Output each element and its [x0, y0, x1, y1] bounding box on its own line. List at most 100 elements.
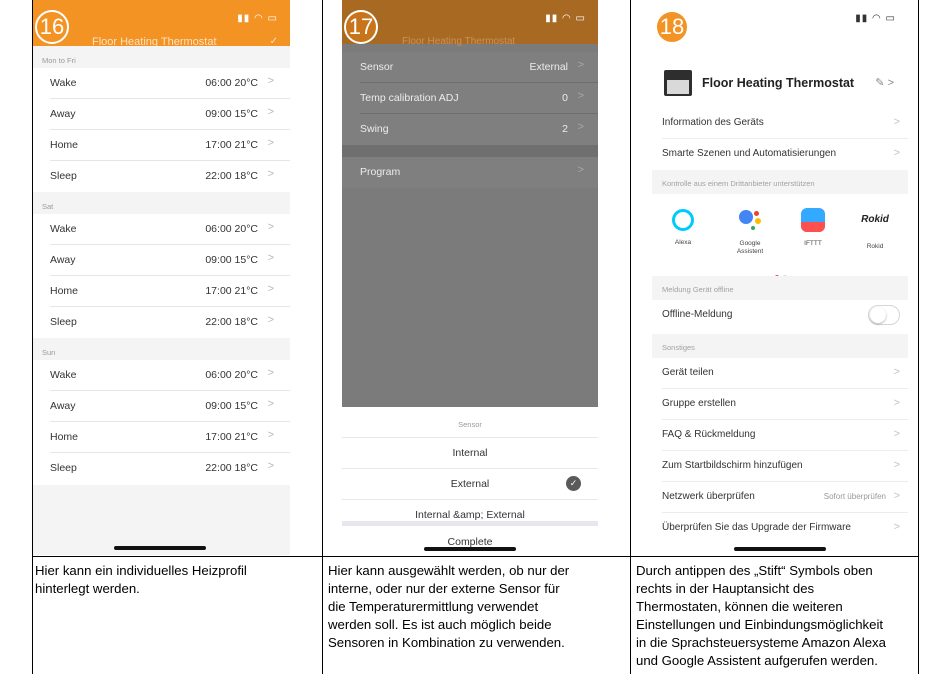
home-indicator[interactable] — [734, 547, 826, 551]
time-temp-value: 22:00 18°C — [205, 170, 258, 182]
schedule-row[interactable]: Home 17:00 21°C > — [32, 422, 290, 453]
settings-row[interactable]: Gerät teilen > — [652, 358, 908, 389]
service-google-assistant[interactable]: Google Assistent — [723, 205, 777, 256]
settings-row[interactable]: Netzwerk überprüfen Sofort überprüfen > — [652, 482, 908, 513]
row-device-info[interactable]: Information des Geräts > — [652, 108, 908, 139]
status-icons: ▮▮ ◠ ▭ — [545, 13, 586, 24]
option-internal[interactable]: Internal — [342, 438, 598, 468]
time-temp-value: 22:00 18°C — [205, 316, 258, 328]
schedule-screen: Floor Heating Thermostat ✓ ▮▮ ◠ ▭ Mon to… — [32, 0, 290, 555]
offline-toggle[interactable] — [868, 305, 900, 325]
row-label: Überprüfen Sie das Upgrade der Firmware — [662, 522, 851, 533]
chevron-right-icon: > — [267, 75, 274, 87]
period-label: Wake — [50, 77, 77, 89]
setting-value: 2 — [562, 123, 568, 135]
option-external[interactable]: External ✓ — [342, 469, 598, 499]
chevron-right-icon: > — [893, 428, 900, 440]
caption-step-16: Hier kann ein individuelles Heizprofil h… — [35, 563, 247, 596]
sheet-separator — [342, 521, 598, 526]
empty-area — [32, 485, 290, 555]
setting-label: Swing — [360, 123, 389, 135]
schedule-row[interactable]: Home 17:00 21°C > — [32, 276, 290, 307]
setting-row[interactable]: Sensor External > — [342, 52, 598, 83]
schedule-row[interactable]: Wake 06:00 20°C > — [32, 68, 290, 99]
setting-value: 0 — [562, 92, 568, 104]
schedule-row[interactable]: Wake 06:00 20°C > — [32, 214, 290, 245]
time-temp-value: 09:00 15°C — [205, 108, 258, 120]
section-header-third-party: Kontrolle aus einem Drittanbieter unters… — [652, 170, 908, 194]
schedule-row[interactable]: Away 09:00 15°C > — [32, 245, 290, 276]
service-name: Rokid — [866, 243, 884, 250]
time-temp-value: 06:00 20°C — [205, 223, 258, 235]
thermostat-image — [664, 70, 692, 96]
service-rokid[interactable]: Rokid Rokid — [848, 205, 902, 251]
status-icons: ▮▮ ◠ ▭ — [855, 13, 896, 24]
time-temp-value: 17:00 21°C — [205, 431, 258, 443]
pencil-icon[interactable]: ✎ > — [875, 76, 894, 89]
chevron-right-icon: > — [893, 116, 900, 128]
settings-row[interactable]: FAQ & Rückmeldung > — [652, 420, 908, 451]
program-label: Program — [360, 166, 401, 178]
chevron-right-icon: > — [267, 137, 274, 149]
period-label: Away — [50, 400, 76, 412]
time-temp-value: 17:00 21°C — [205, 139, 258, 151]
complete-label: Complete — [447, 536, 493, 548]
home-indicator[interactable] — [114, 546, 206, 550]
schedule-row[interactable]: Sleep 22:00 18°C > — [32, 161, 290, 192]
row-label: Netzwerk überprüfen — [662, 491, 755, 502]
row-label: Zum Startbildschirm hinzufügen — [662, 460, 803, 471]
settings-row[interactable]: Gruppe erstellen > — [652, 389, 908, 420]
settings-row[interactable]: Zum Startbildschirm hinzufügen > — [652, 451, 908, 482]
home-indicator[interactable] — [424, 547, 516, 551]
google-assistant-icon — [735, 205, 765, 235]
period-label: Sleep — [50, 462, 77, 474]
service-alexa[interactable]: Alexa — [656, 205, 710, 247]
setting-row[interactable]: Temp calibration ADJ 0 > — [342, 83, 598, 114]
chevron-right-icon: > — [267, 106, 274, 118]
row-label: Gerät teilen — [662, 367, 714, 378]
row-value: Sofort überprüfen — [823, 492, 886, 501]
alexa-icon — [672, 209, 694, 231]
caption-step-18: Durch antippen des „Stift“ Symbols oben … — [636, 563, 886, 668]
table-border — [32, 0, 33, 674]
option-label: Internal — [452, 447, 488, 459]
chevron-right-icon: > — [577, 90, 584, 102]
settings-row[interactable]: Überprüfen Sie das Upgrade der Firmware > — [652, 513, 908, 544]
table-border — [322, 0, 323, 674]
section-header-misc: Sonstiges — [652, 334, 908, 358]
row-label: Gruppe erstellen — [662, 398, 736, 409]
service-ifttt[interactable]: IFTTT — [786, 205, 840, 248]
sheet-title: Sensor — [458, 420, 482, 429]
period-label: Home — [50, 139, 79, 151]
schedule-row[interactable]: Sleep 22:00 18°C > — [32, 453, 290, 484]
schedule-row[interactable]: Wake 06:00 20°C > — [32, 360, 290, 391]
chevron-right-icon: > — [577, 164, 584, 176]
row-offline-notification: Offline-Meldung — [652, 300, 908, 331]
status-icons: ▮▮ ◠ ▭ — [237, 13, 278, 24]
step-badge: 17 — [344, 10, 378, 44]
row-label: FAQ & Rückmeldung — [662, 429, 756, 440]
schedule-row[interactable]: Home 17:00 21°C > — [32, 130, 290, 161]
caption-step-17: Hier kann ausgewählt werden, ob nur der … — [328, 563, 570, 650]
chevron-right-icon: > — [267, 429, 274, 441]
period-label: Away — [50, 108, 76, 120]
row-scenes[interactable]: Smarte Szenen und Automatisierungen > — [652, 139, 908, 170]
step-badge: 18 — [655, 10, 689, 44]
chevron-right-icon: > — [893, 147, 900, 159]
chevron-right-icon: > — [267, 367, 274, 379]
chevron-right-icon: > — [267, 221, 274, 233]
device-settings-screen: ▮▮ ◠ ▭ Floor Heating Thermostat ✎ > Info… — [652, 0, 908, 555]
time-temp-value: 09:00 15°C — [205, 254, 258, 266]
program-row[interactable]: Program > — [342, 157, 598, 188]
period-label: Wake — [50, 223, 77, 235]
setting-row[interactable]: Swing 2 > — [342, 114, 598, 145]
schedule-row[interactable]: Sleep 22:00 18°C > — [32, 307, 290, 338]
time-temp-value: 09:00 15°C — [205, 400, 258, 412]
service-name: Google Assistent — [736, 240, 764, 255]
chevron-right-icon: > — [267, 398, 274, 410]
service-name: IFTTT — [804, 240, 822, 247]
chevron-right-icon: > — [577, 121, 584, 133]
schedule-row[interactable]: Away 09:00 15°C > — [32, 391, 290, 422]
schedule-row[interactable]: Away 09:00 15°C > — [32, 99, 290, 130]
period-label: Sleep — [50, 316, 77, 328]
